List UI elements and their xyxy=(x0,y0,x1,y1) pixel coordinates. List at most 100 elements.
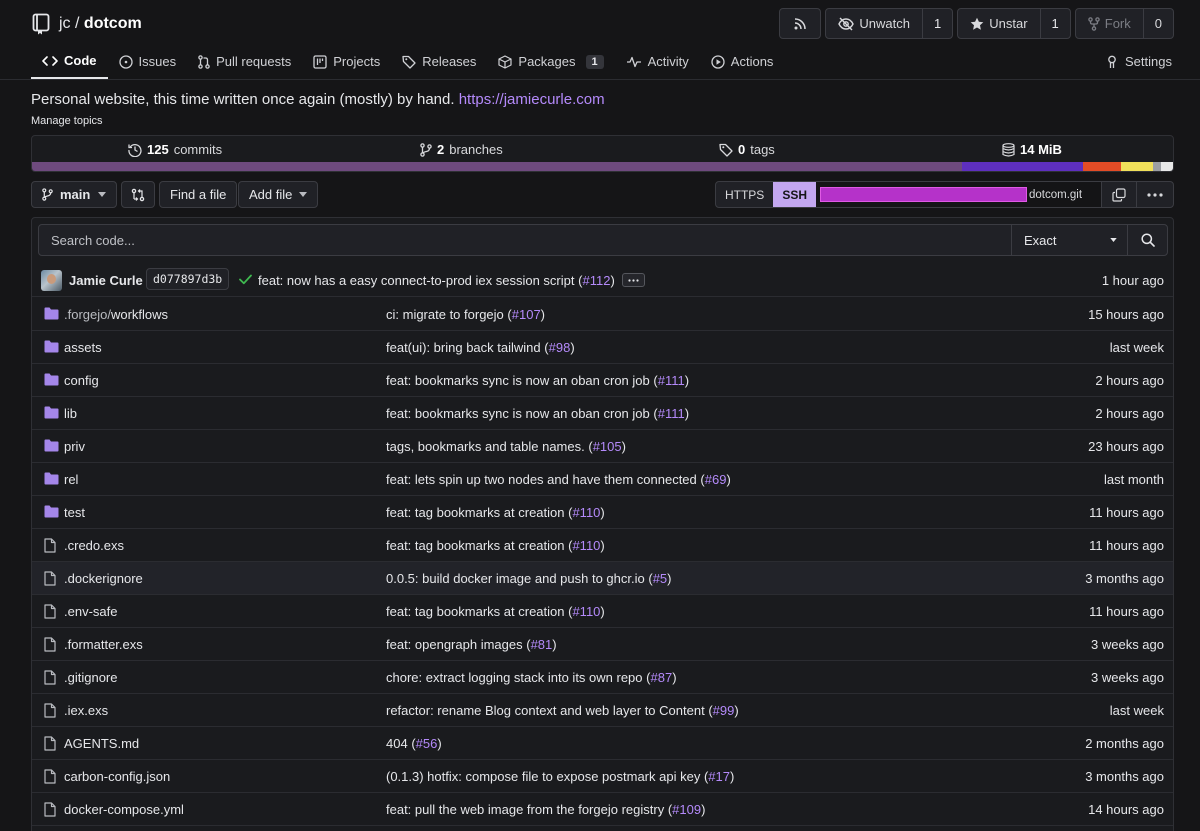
file-commit-pr-link[interactable]: #69 xyxy=(705,472,727,487)
table-row[interactable]: AGENTS.md 404 (#56) 2 months ago xyxy=(32,727,1173,760)
watch-count[interactable]: 1 xyxy=(922,9,952,38)
more-options-button[interactable] xyxy=(1136,182,1173,207)
https-button[interactable]: HTTPS xyxy=(716,182,773,207)
branch-dropdown[interactable]: main xyxy=(31,181,117,208)
file-commit-message-text[interactable]: refactor: rename Blog context and web la… xyxy=(386,703,705,718)
table-row[interactable]: .dockerignore 0.0.5: build docker image a… xyxy=(32,562,1173,595)
file-commit-pr-link[interactable]: #105 xyxy=(593,439,622,454)
search-mode-dropdown[interactable]: Exact xyxy=(1011,225,1127,255)
file-commit-pr-link[interactable]: #109 xyxy=(672,802,701,817)
repo-owner-link[interactable]: jc xyxy=(59,15,71,32)
file-commit-pr-link[interactable]: #56 xyxy=(416,736,438,751)
copy-url-button[interactable] xyxy=(1101,182,1136,207)
file-name-link[interactable]: .credo.exs xyxy=(64,538,124,553)
code-search-input[interactable]: Search code... xyxy=(39,225,1011,255)
commit-message-text[interactable]: feat: now has a easy connect-to-prod iex… xyxy=(258,273,575,288)
tags-link[interactable]: 0 tags xyxy=(719,136,775,163)
language-bar[interactable] xyxy=(32,162,1173,171)
add-file-button[interactable]: Add file xyxy=(238,181,319,208)
branches-link[interactable]: 2 branches xyxy=(420,136,503,163)
fork-button[interactable]: Fork xyxy=(1076,9,1143,38)
star-count[interactable]: 1 xyxy=(1039,9,1070,38)
file-commit-message-text[interactable]: feat: tag bookmarks at creation xyxy=(386,538,564,553)
table-row[interactable]: .iex.exs refactor: rename Blog context an… xyxy=(32,694,1173,727)
expand-commit-button[interactable] xyxy=(622,273,645,287)
manage-topics-link[interactable]: Manage topics xyxy=(31,115,103,127)
table-row[interactable]: priv tags, bookmarks and table names. (#1… xyxy=(32,430,1173,463)
table-row[interactable]: .formatter.exs feat: opengraph images (#8… xyxy=(32,628,1173,661)
table-row[interactable]: config feat: bookmarks sync is now an oba… xyxy=(32,364,1173,397)
unwatch-button[interactable]: Unwatch xyxy=(826,9,922,38)
file-name-link[interactable]: carbon-config.json xyxy=(64,769,170,784)
file-commit-pr-link[interactable]: #110 xyxy=(572,604,600,619)
table-row[interactable]: .credo.exs feat: tag bookmarks at creatio… xyxy=(32,529,1173,562)
table-row[interactable]: assets feat(ui): bring back tailwind (#98… xyxy=(32,331,1173,364)
table-row[interactable]: rel feat: lets spin up two nodes and have… xyxy=(32,463,1173,496)
file-name-link[interactable]: lib xyxy=(64,406,77,421)
file-commit-pr-link[interactable]: #87 xyxy=(651,670,673,685)
file-commit-message-text[interactable]: feat: pull the web image from the forgej… xyxy=(386,802,664,817)
file-commit-message-text[interactable]: feat: lets spin up two nodes and have th… xyxy=(386,472,697,487)
file-name-link[interactable]: .formatter.exs xyxy=(64,637,143,652)
tab-actions[interactable]: Actions xyxy=(700,44,785,79)
commit-pr-link[interactable]: #112 xyxy=(582,273,610,288)
file-commit-pr-link[interactable]: #99 xyxy=(713,703,735,718)
clone-url-field[interactable]: dotcom.git xyxy=(816,182,1101,207)
file-name-link[interactable]: .iex.exs xyxy=(64,703,108,718)
tab-activity[interactable]: Activity xyxy=(615,44,700,79)
file-commit-message-text[interactable]: ci: migrate to forgejo xyxy=(386,307,504,322)
commit-sha-button[interactable]: d077897d3b xyxy=(146,268,230,290)
file-commit-pr-link[interactable]: #5 xyxy=(653,571,667,586)
table-row[interactable]: docker-compose.yml feat: pull the web ima… xyxy=(32,793,1173,826)
tab-issues[interactable]: Issues xyxy=(108,44,188,79)
file-commit-pr-link[interactable]: #17 xyxy=(708,769,730,784)
file-commit-message-text[interactable]: feat: opengraph images xyxy=(386,637,523,652)
rss-button[interactable] xyxy=(779,8,822,39)
file-commit-message-text[interactable]: chore: extract logging stack into its ow… xyxy=(386,670,643,685)
check-icon[interactable] xyxy=(239,274,252,285)
file-commit-pr-link[interactable]: #110 xyxy=(572,505,600,520)
file-name-link[interactable]: test xyxy=(64,505,85,520)
file-name-link[interactable]: .forgejo/workflows xyxy=(64,307,168,322)
tab-pull-requests[interactable]: Pull requests xyxy=(187,44,302,79)
file-name-link[interactable]: AGENTS.md xyxy=(64,736,139,751)
file-name-link[interactable]: docker-compose.yml xyxy=(64,802,184,817)
file-commit-pr-link[interactable]: #81 xyxy=(531,637,553,652)
file-commit-message-text[interactable]: feat(ui): bring back tailwind xyxy=(386,340,541,355)
file-commit-pr-link[interactable]: #98 xyxy=(549,340,571,355)
file-name-link[interactable]: priv xyxy=(64,439,85,454)
file-commit-pr-link[interactable]: #110 xyxy=(572,538,600,553)
ssh-button[interactable]: SSH xyxy=(773,182,816,207)
file-name-link[interactable]: .dockerignore xyxy=(64,571,143,586)
tab-code[interactable]: Code xyxy=(31,44,108,79)
table-row[interactable]: carbon-config.json (0.1.3) hotfix: compos… xyxy=(32,760,1173,793)
search-button[interactable] xyxy=(1127,225,1167,255)
fork-count[interactable]: 0 xyxy=(1142,9,1173,38)
file-name-link[interactable]: rel xyxy=(64,472,78,487)
unstar-button[interactable]: Unstar xyxy=(958,9,1039,38)
tab-settings[interactable]: Settings xyxy=(1105,44,1172,79)
compare-button[interactable] xyxy=(121,181,155,208)
table-row[interactable]: .gitignore chore: extract logging stack i… xyxy=(32,661,1173,694)
table-row[interactable]: .forgejo/workflows ci: migrate to forgejo… xyxy=(32,298,1173,331)
table-row[interactable]: test feat: tag bookmarks at creation (#11… xyxy=(32,496,1173,529)
file-commit-message-text[interactable]: feat: tag bookmarks at creation xyxy=(386,505,564,520)
repo-name-link[interactable]: dotcom xyxy=(84,15,142,32)
file-name-link[interactable]: .gitignore xyxy=(64,670,117,685)
table-row[interactable]: .env-safe feat: tag bookmarks at creation… xyxy=(32,595,1173,628)
find-file-button[interactable]: Find a file xyxy=(159,181,238,208)
file-commit-pr-link[interactable]: #111 xyxy=(658,373,685,388)
file-name-link[interactable]: .env-safe xyxy=(64,604,117,619)
avatar[interactable] xyxy=(41,270,62,291)
tab-releases[interactable]: Releases xyxy=(391,44,487,79)
file-commit-message-text[interactable]: 404 xyxy=(386,736,408,751)
file-commit-pr-link[interactable]: #111 xyxy=(658,406,685,421)
tab-projects[interactable]: Projects xyxy=(302,44,391,79)
table-row[interactable]: lib feat: bookmarks sync is now an oban c… xyxy=(32,397,1173,430)
file-commit-message-text[interactable]: tags, bookmarks and table names. xyxy=(386,439,585,454)
commit-author-link[interactable]: Jamie Curle xyxy=(69,273,143,288)
file-commit-message-text[interactable]: (0.1.3) hotfix: compose file to expose p… xyxy=(386,769,700,784)
file-commit-message-text[interactable]: feat: bookmarks sync is now an oban cron… xyxy=(386,406,650,421)
repo-website-link[interactable]: https://jamiecurle.com xyxy=(459,91,605,108)
file-commit-message-text[interactable]: feat: bookmarks sync is now an oban cron… xyxy=(386,373,650,388)
